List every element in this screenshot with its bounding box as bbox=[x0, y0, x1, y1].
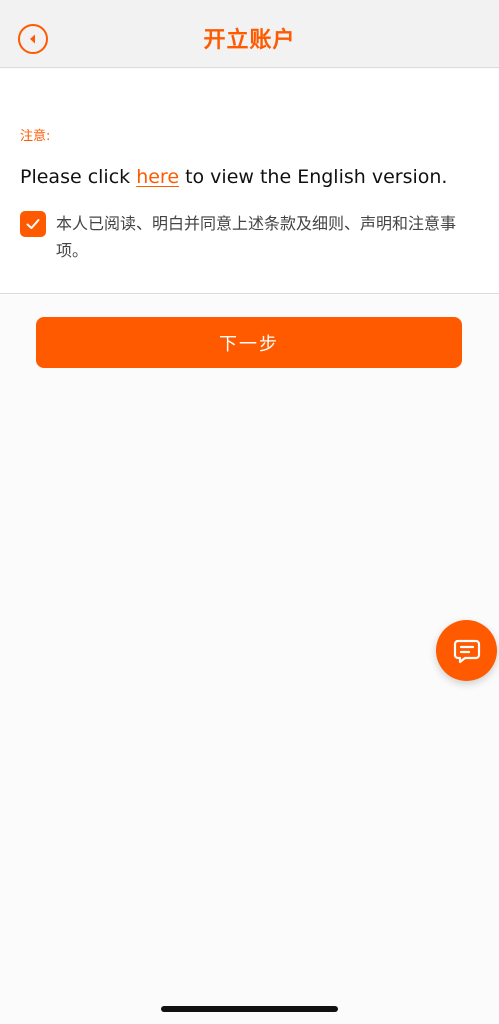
english-prefix-text: Please click bbox=[20, 166, 137, 188]
english-suffix-text: to view the English version. bbox=[179, 166, 448, 188]
english-version-link[interactable]: here bbox=[136, 166, 179, 188]
home-indicator bbox=[161, 1006, 338, 1012]
english-version-line: Please click here to view the English ve… bbox=[20, 165, 447, 189]
agreement-section: 注意: Please click here to view the Englis… bbox=[0, 69, 499, 294]
agree-checkbox[interactable] bbox=[20, 211, 46, 237]
header-bar: 开立账户 bbox=[0, 0, 499, 68]
page-title: 开立账户 bbox=[203, 28, 296, 53]
chat-button[interactable] bbox=[436, 620, 497, 681]
notice-label: 注意: bbox=[20, 129, 51, 144]
chat-bubble-icon bbox=[453, 639, 480, 663]
agreement-text[interactable]: 本人已阅读、明白并同意上述条款及细则、声明和注意事项。 bbox=[56, 210, 476, 264]
checkmark-icon bbox=[26, 219, 40, 229]
next-step-button[interactable]: 下一步 bbox=[36, 317, 462, 368]
